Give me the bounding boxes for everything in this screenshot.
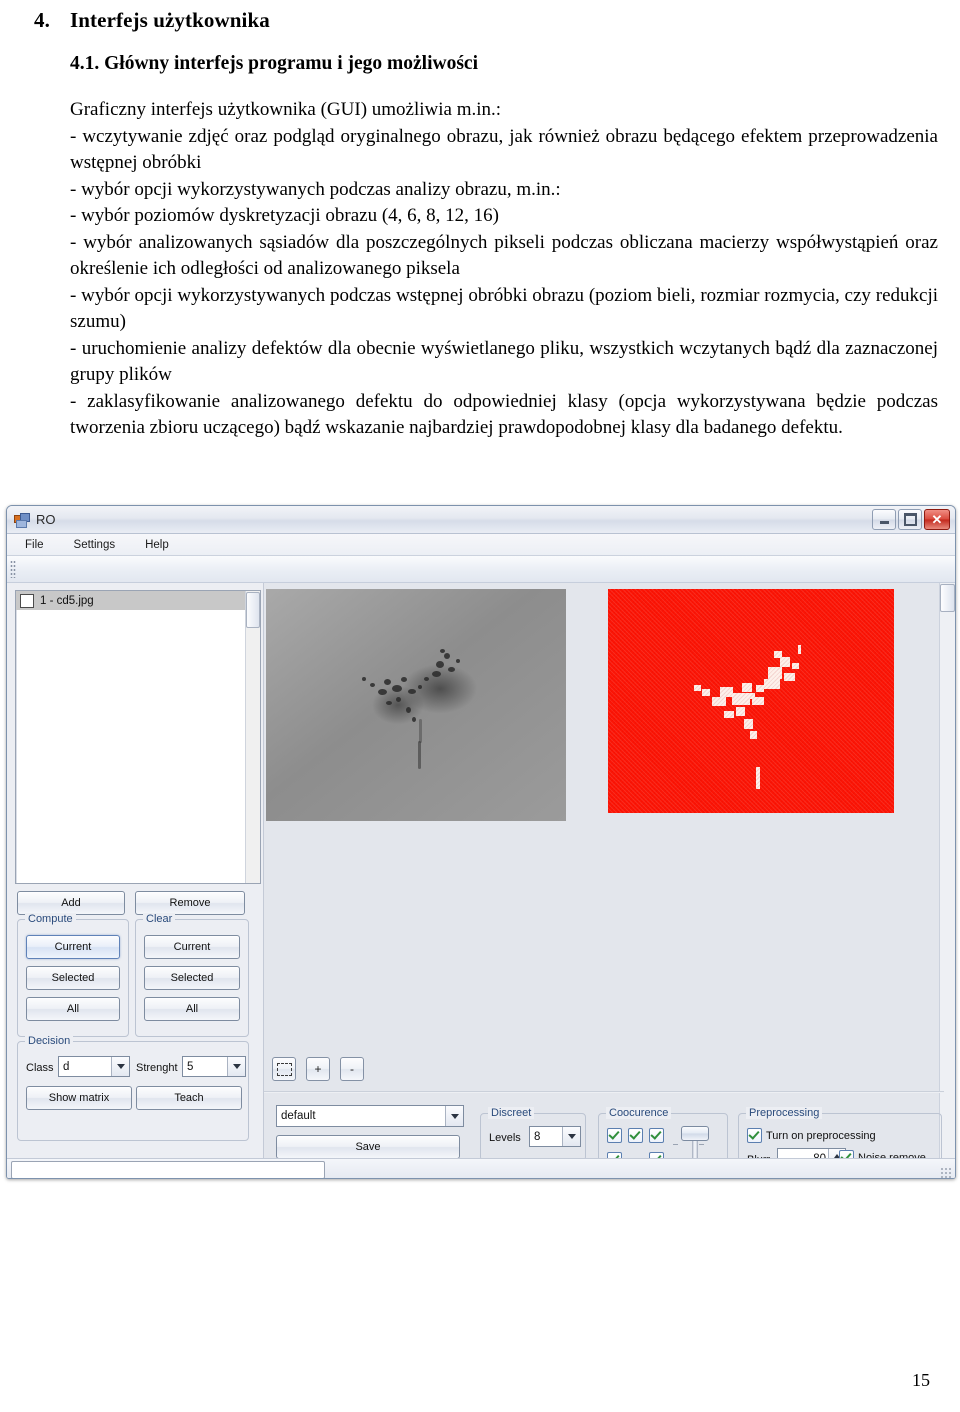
chevron-down-icon[interactable] [227, 1057, 245, 1076]
file-checkbox[interactable] [20, 593, 34, 608]
zoom-out-button[interactable]: - [340, 1057, 364, 1081]
paragraph-2: - wybór opcji wykorzystywanych podczas a… [70, 178, 561, 200]
zoom-in-button[interactable]: + [306, 1057, 330, 1081]
clear-all-button[interactable]: All [144, 997, 240, 1021]
subsection-title: 4.1. Główny interfejs programu i jego mo… [70, 53, 478, 74]
preprocessing-group-title: Preprocessing [746, 1107, 823, 1119]
paragraph-7: - zaklasyfikowanie analizowanego defektu… [70, 390, 938, 439]
neighbor-checkbox-top-right[interactable] [649, 1128, 664, 1143]
class-label: Class [26, 1062, 54, 1074]
paragraph-6: - uruchomienie analizy defektów dla obec… [70, 337, 938, 386]
file-list[interactable]: 1 - cd5.jpg [15, 590, 261, 884]
add-button[interactable]: Add [17, 891, 125, 915]
document-body: 4. Interfejs użytkownika 4.1. Główny inte… [0, 0, 960, 442]
selection-rect-button[interactable] [272, 1057, 296, 1081]
clear-group-title: Clear [143, 913, 176, 925]
menu-item-settings[interactable]: Settings [70, 537, 120, 553]
chevron-down-icon[interactable] [562, 1127, 580, 1146]
preset-combobox[interactable]: default [276, 1105, 464, 1127]
window-title: RO [36, 512, 56, 527]
chevron-down-icon[interactable] [111, 1057, 129, 1076]
window-controls: ✕ [872, 509, 950, 530]
levels-combobox-value: 8 [534, 1130, 541, 1143]
discreet-group: Discreet Levels 8 [480, 1107, 586, 1161]
white-threshold-label: White treshold % [761, 1178, 844, 1179]
file-list-scrollbar[interactable] [245, 591, 260, 883]
minimize-icon [879, 521, 889, 524]
progress-bar [11, 1161, 325, 1178]
section-number: 4. [34, 8, 50, 32]
close-icon: ✕ [931, 512, 943, 527]
maximize-icon [903, 513, 917, 526]
compute-group: Compute Current Selected All [17, 913, 129, 1037]
class-combobox-value: d [63, 1060, 70, 1073]
neighbor-checkbox-top-left[interactable] [607, 1128, 622, 1143]
scrollbar-thumb[interactable] [940, 584, 955, 612]
levels-combobox[interactable]: 8 [529, 1126, 581, 1147]
title-bar: RO ✕ [7, 506, 955, 534]
turn-on-preprocessing-label: Turn on preprocessing [766, 1130, 876, 1142]
decision-group: Decision Class d Strenght 5 Show matrix … [17, 1035, 249, 1141]
paragraph-1: - wczytywanie zdjęć oraz podgląd orygina… [70, 125, 938, 174]
strength-combobox-value: 5 [187, 1060, 194, 1073]
application-icon [14, 512, 30, 528]
paragraph-3: - wybór poziomów dyskretyzacji obrazu (4… [70, 205, 499, 226]
coocurence-group-title: Coocurence [606, 1107, 672, 1119]
tool-strip [7, 556, 955, 583]
file-name-label: 1 - cd5.jpg [40, 594, 94, 607]
strength-combobox[interactable]: 5 [182, 1056, 246, 1077]
selection-rect-icon [276, 1062, 292, 1076]
compute-group-title: Compute [25, 913, 76, 925]
clear-selected-button[interactable]: Selected [144, 966, 240, 990]
maximize-button[interactable] [898, 509, 922, 530]
compute-selected-button[interactable]: Selected [26, 966, 120, 990]
viewer-scrollbar[interactable] [939, 583, 955, 1178]
strength-label: Strenght [136, 1062, 178, 1074]
menu-item-help[interactable]: Help [141, 537, 173, 553]
close-button[interactable]: ✕ [924, 509, 950, 530]
page-title: 4. Interfejs użytkownika [0, 0, 960, 33]
scrollbar-thumb[interactable] [246, 592, 260, 628]
page-number: 15 [912, 1370, 930, 1390]
save-button[interactable]: Save [276, 1135, 460, 1159]
application-window: RO ✕ File Settings Help 1 - cd5.jpg Add … [6, 505, 956, 1179]
noise-texture [608, 589, 894, 813]
body-text: Graficzny interfejs użytkownika (GUI) um… [0, 75, 960, 442]
class-combobox[interactable]: d [58, 1056, 130, 1077]
processed-image[interactable] [608, 589, 894, 813]
show-matrix-button[interactable]: Show matrix [26, 1086, 132, 1110]
preset-combobox-value: default [281, 1110, 316, 1122]
turn-on-preprocessing-checkbox[interactable] [747, 1128, 762, 1143]
compute-all-button[interactable]: All [26, 997, 120, 1021]
levels-label: Levels [489, 1132, 521, 1144]
resize-grip-icon[interactable] [940, 1167, 952, 1178]
minimize-button[interactable] [872, 509, 896, 530]
toolstrip-grip-icon[interactable] [10, 560, 16, 578]
menu-bar: File Settings Help [7, 534, 955, 556]
remove-button[interactable]: Remove [135, 891, 245, 915]
teach-button[interactable]: Teach [136, 1086, 242, 1110]
neighbor-checkbox-top-center[interactable] [628, 1128, 643, 1143]
image-viewer: + - default Save Applay for current Disc… [263, 583, 955, 1179]
menu-item-file[interactable]: File [21, 537, 48, 553]
paragraph-5: - wybór opcji wykorzystywanych podczas w… [70, 284, 938, 333]
list-item[interactable]: 1 - cd5.jpg [16, 591, 260, 610]
client-area: 1 - cd5.jpg Add Remove Compute Current S… [7, 583, 955, 1179]
compute-current-button[interactable]: Current [26, 935, 120, 959]
status-bar [7, 1158, 955, 1178]
distance-trackbar-thumb[interactable] [681, 1126, 709, 1141]
divider [264, 1091, 944, 1093]
clear-group: Clear Current Selected All [135, 913, 249, 1037]
chevron-down-icon[interactable] [445, 1106, 463, 1126]
paragraph-4: - wybór analizowanych sąsiadów dla poszc… [70, 231, 938, 280]
discreet-group-title: Discreet [488, 1107, 535, 1119]
section-title: Interfejs użytkownika [70, 8, 270, 32]
decision-group-title: Decision [25, 1035, 74, 1047]
paragraph-intro: Graficzny interfejs użytkownika (GUI) um… [70, 99, 502, 120]
original-image[interactable] [266, 589, 566, 821]
clear-current-button[interactable]: Current [144, 935, 240, 959]
